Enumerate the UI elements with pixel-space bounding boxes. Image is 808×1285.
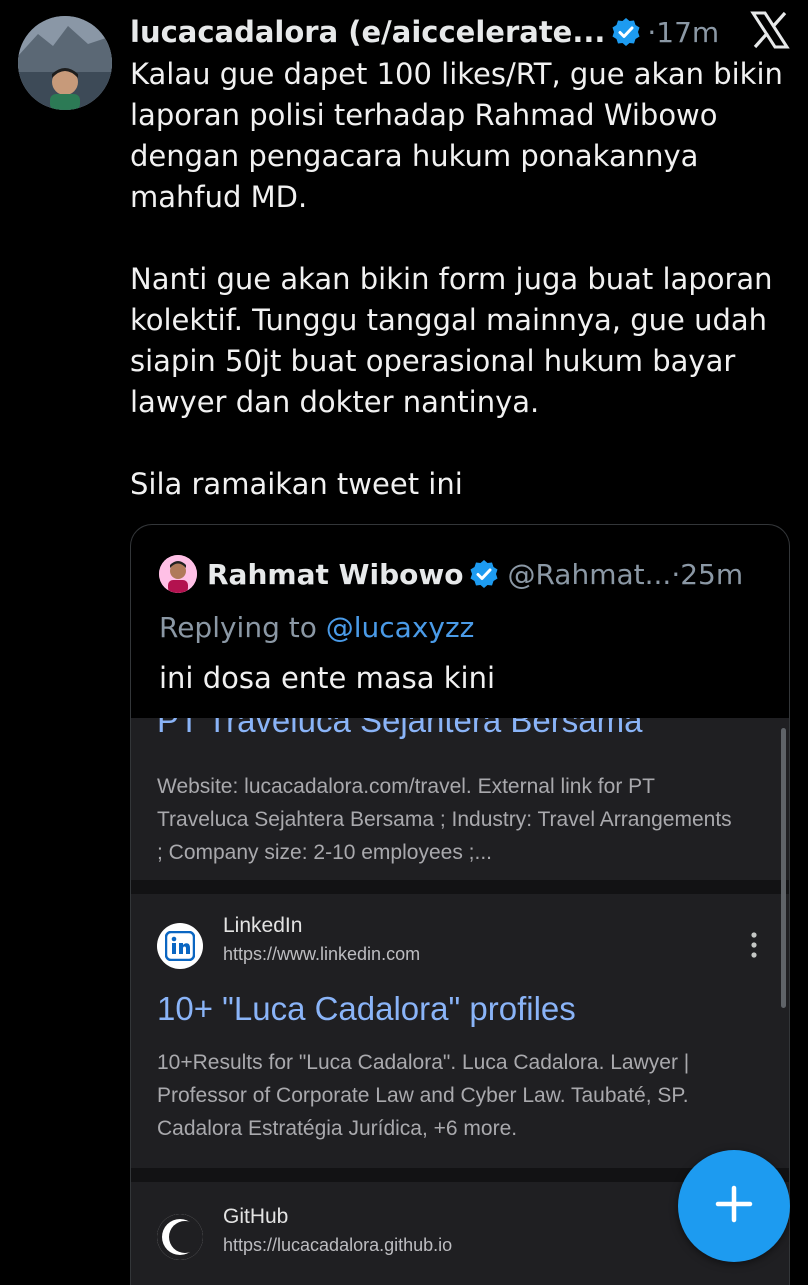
tweet-text: Kalau gue dapet 100 likes/RT, gue akan b…	[130, 54, 790, 505]
result-site-url: https://www.linkedin.com	[223, 944, 421, 964]
verified-badge-icon	[469, 559, 499, 589]
verified-badge-icon	[611, 17, 641, 47]
quoted-author-name: Rahmat Wibowo	[207, 557, 464, 591]
quoted-tweet-header: Rahmat Wibowo @Rahmat...·25m	[159, 551, 743, 597]
tweet-header: lucacadalora (e/aiccelerate... ·17m	[130, 10, 719, 54]
result-site-url: https://lucacadalora.github.io	[223, 1235, 453, 1255]
result-snippet: Website: lucacadalora.com/travel. Extern…	[157, 775, 732, 864]
quoted-tweet-text: ini dosa ente masa kini	[159, 661, 496, 695]
linkedin-icon	[157, 923, 203, 969]
result-site-name: GitHub	[223, 1205, 289, 1228]
more-options-icon	[749, 930, 759, 960]
github-icon	[157, 1214, 203, 1260]
replying-handle-link[interactable]: @lucaxyzz	[326, 611, 475, 644]
result-divider	[131, 880, 789, 894]
result-site-name: LinkedIn	[223, 914, 303, 937]
replying-prefix: Replying to	[159, 611, 326, 644]
quoted-author-avatar	[159, 555, 197, 593]
compose-button[interactable]	[678, 1150, 790, 1262]
result-title: 10+ "Luca Cadalora" profiles	[157, 990, 576, 1027]
result-title-cut: PT Traveluca Sejahtera Bersama	[157, 718, 643, 739]
author-name[interactable]: lucacadalora (e/aiccelerate...	[130, 15, 605, 49]
quoted-handle-time: @Rahmat...·25m	[507, 557, 744, 591]
x-logo-icon	[750, 10, 790, 50]
tweet-paragraph: Kalau gue dapet 100 likes/RT, gue akan b…	[130, 57, 783, 214]
tweet-paragraph: Sila ramaikan tweet ini	[130, 467, 463, 501]
replying-to: Replying to @lucaxyzz	[159, 611, 474, 644]
result-snippet: 10+Results for "Luca Cadalora". Luca Cad…	[157, 1051, 690, 1140]
author-avatar[interactable]	[18, 16, 112, 110]
tweet-time[interactable]: ·17m	[647, 16, 719, 49]
plus-icon	[714, 1184, 754, 1228]
scrollbar	[781, 728, 786, 1008]
tweet-paragraph: Nanti gue akan bikin form juga buat lapo…	[130, 262, 773, 419]
